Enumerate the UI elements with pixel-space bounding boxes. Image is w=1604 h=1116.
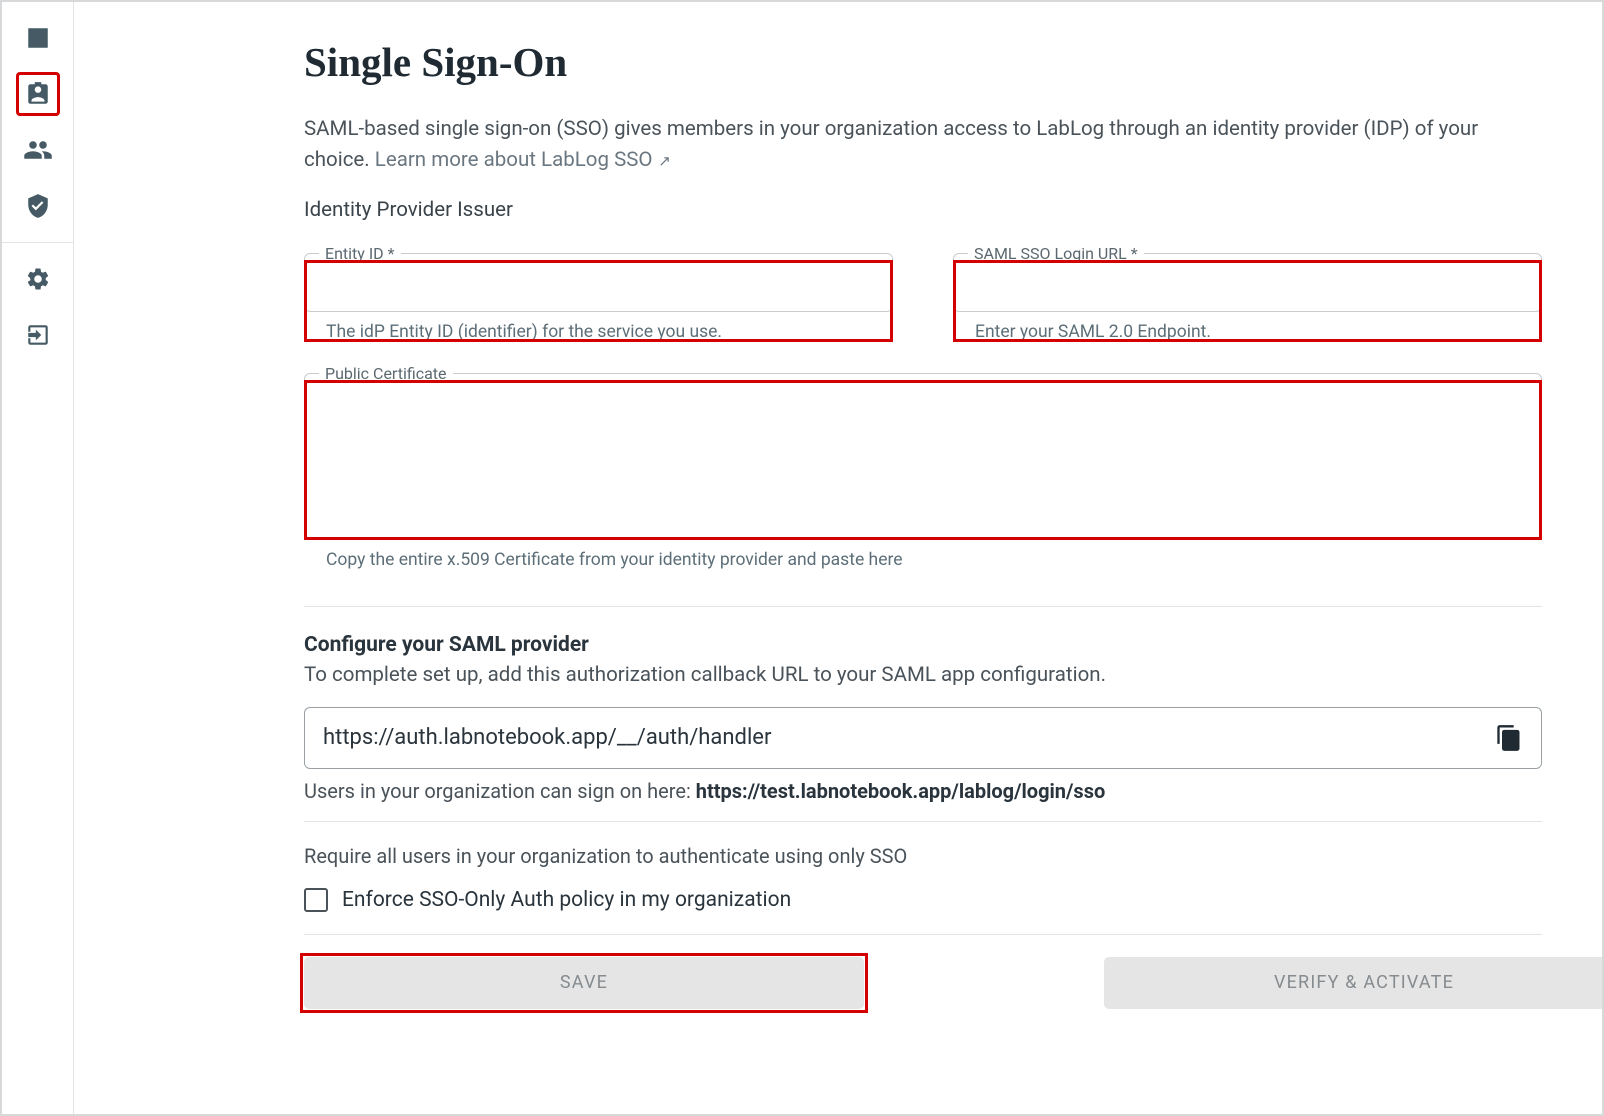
sidebar-item-settings[interactable] [16, 257, 60, 301]
sidebar-item-users[interactable] [16, 128, 60, 172]
signon-prefix: Users in your organization can sign on h… [304, 779, 696, 803]
shield-check-icon [25, 193, 51, 219]
sidebar-item-dashboard[interactable] [16, 16, 60, 60]
public-cert-helper: Copy the entire x.509 Certificate from y… [326, 550, 1542, 570]
enforce-checkbox-row: Enforce SSO-Only Auth policy in my organ… [304, 888, 1542, 912]
save-button[interactable]: SAVE [304, 957, 864, 1009]
divider-3 [304, 934, 1542, 935]
enforce-sso-checkbox[interactable] [304, 888, 328, 912]
enforce-note: Require all users in your organization t… [304, 844, 1542, 868]
copy-callback-button[interactable] [1495, 724, 1523, 752]
entity-id-field: Entity ID * [304, 244, 893, 312]
id-badge-icon [25, 81, 51, 107]
login-url-input[interactable] [954, 263, 1541, 311]
learn-more-link[interactable]: Learn more about LabLog SSO ↗ [375, 148, 671, 172]
callback-url-text: https://auth.labnotebook.app/__/auth/han… [323, 725, 771, 750]
main-content: Single Sign-On SAML-based single sign-on… [74, 2, 1602, 1114]
callback-url-box: https://auth.labnotebook.app/__/auth/han… [304, 707, 1542, 769]
divider [304, 606, 1542, 607]
divider-2 [304, 821, 1542, 822]
configure-subtext: To complete set up, add this authorizati… [304, 663, 1542, 687]
verify-activate-button[interactable]: VERIFY & ACTIVATE [1104, 957, 1602, 1009]
public-cert-field: Public Certificate [304, 364, 1542, 540]
app-frame: Single Sign-On SAML-based single sign-on… [0, 0, 1604, 1116]
enforce-sso-label: Enforce SSO-Only Auth policy in my organ… [342, 888, 791, 912]
entity-id-helper: The idP Entity ID (identifier) for the s… [326, 322, 893, 342]
sidebar-item-logout[interactable] [16, 313, 60, 357]
sidebar-divider [2, 242, 73, 243]
idp-section-label: Identity Provider Issuer [304, 198, 1542, 222]
sidebar-item-identity[interactable] [16, 72, 60, 116]
entity-id-input[interactable] [305, 263, 892, 311]
public-cert-label: Public Certificate [319, 364, 453, 383]
signon-url: https://test.labnotebook.app/lablog/logi… [696, 779, 1106, 803]
entity-id-label: Entity ID * [319, 244, 401, 263]
external-link-icon: ↗ [655, 152, 671, 170]
logout-icon [25, 322, 51, 348]
chart-icon [25, 25, 51, 51]
copy-icon [1495, 724, 1523, 752]
configure-heading: Configure your SAML provider [304, 633, 1542, 657]
sidebar [2, 2, 74, 1114]
login-url-helper: Enter your SAML 2.0 Endpoint. [975, 322, 1542, 342]
login-url-label: SAML SSO Login URL * [968, 244, 1144, 263]
login-url-field: SAML SSO Login URL * [953, 244, 1542, 312]
learn-more-label: Learn more about LabLog SSO [375, 148, 653, 172]
people-icon [23, 135, 53, 165]
intro-text: SAML-based single sign-on (SSO) gives me… [304, 114, 1542, 176]
public-cert-input[interactable] [305, 383, 1541, 535]
page-title: Single Sign-On [304, 38, 1542, 86]
signon-note: Users in your organization can sign on h… [304, 779, 1542, 803]
gear-icon [25, 266, 51, 292]
verify-button-label: VERIFY & ACTIVATE [1274, 972, 1454, 993]
sidebar-item-security[interactable] [16, 184, 60, 228]
save-button-label: SAVE [560, 972, 608, 993]
